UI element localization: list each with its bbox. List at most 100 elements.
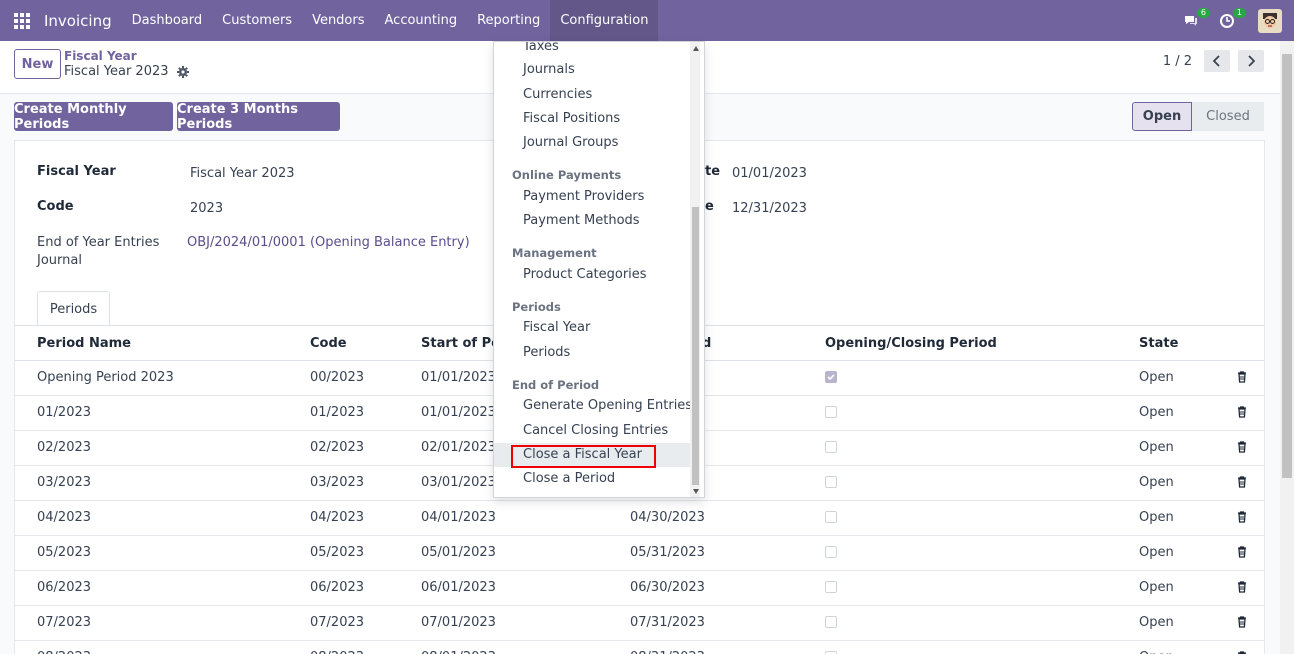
dd-journals[interactable]: Journals (523, 62, 575, 77)
apps-menu-button[interactable] (0, 0, 44, 41)
opening-closing-checkbox (825, 581, 837, 593)
start-date-value[interactable]: 01/01/2023 (732, 166, 807, 181)
menu-reporting[interactable]: Reporting (467, 0, 550, 41)
opening-closing-checkbox (825, 511, 837, 523)
dropdown-scroll-thumb[interactable] (692, 207, 699, 485)
breadcrumb: Fiscal Year Fiscal Year 2023 (64, 49, 189, 79)
fiscal-year-label: Fiscal Year (37, 164, 116, 179)
avatar-face-icon (1263, 12, 1277, 28)
dd-periods[interactable]: Periods (523, 345, 570, 360)
cell-state: Open (1139, 475, 1174, 490)
status-open[interactable]: Open (1132, 102, 1192, 131)
table-row[interactable]: 04/2023 04/2023 04/01/2023 04/30/2023 Open (15, 501, 1264, 536)
dd-payment-providers[interactable]: Payment Providers (523, 189, 644, 204)
cell-code: 02/2023 (310, 440, 365, 455)
app-brand[interactable]: Invoicing (44, 12, 112, 30)
col-period-name[interactable]: Period Name (37, 336, 131, 351)
chat-icon (1185, 15, 1197, 26)
cell-period-name: 06/2023 (37, 580, 92, 595)
scroll-up-icon[interactable] (693, 46, 699, 51)
cell-start: 06/01/2023 (421, 580, 496, 595)
messages-button[interactable]: 6 (1180, 7, 1210, 32)
cell-period-name: 03/2023 (37, 475, 92, 490)
page-scroll-thumb[interactable] (1282, 54, 1292, 478)
dd-cancel-closing-entries[interactable]: Cancel Closing Entries (523, 423, 668, 438)
opening-closing-checkbox (825, 441, 837, 453)
end-date-value[interactable]: 12/31/2023 (732, 201, 807, 216)
trash-icon[interactable] (1237, 581, 1247, 597)
dd-fiscal-year[interactable]: Fiscal Year (523, 320, 590, 335)
trash-icon[interactable] (1237, 406, 1247, 422)
scroll-down-icon[interactable] (693, 489, 699, 494)
table-row[interactable]: 06/2023 06/2023 06/01/2023 06/30/2023 Open (15, 571, 1264, 606)
cell-period-name: 02/2023 (37, 440, 92, 455)
cell-code: 08/2023 (310, 650, 364, 654)
table-row[interactable]: 07/2023 07/2023 07/01/2023 07/31/2023 Open (15, 606, 1264, 641)
user-avatar[interactable] (1258, 8, 1282, 33)
entries-journal-label-line2: Journal (37, 253, 82, 268)
menu-accounting[interactable]: Accounting (375, 0, 468, 41)
new-button[interactable]: New (14, 49, 61, 79)
opening-closing-checkbox (825, 546, 837, 558)
pager-next-button[interactable] (1238, 50, 1264, 72)
opening-closing-checkbox (825, 476, 837, 488)
activities-button[interactable]: 1 (1216, 7, 1246, 32)
top-navbar: Invoicing Dashboard Customers Vendors Ac… (0, 0, 1294, 41)
menu-configuration[interactable]: Configuration (550, 0, 659, 41)
trash-icon[interactable] (1237, 511, 1247, 527)
cell-state: Open (1139, 545, 1174, 560)
col-code[interactable]: Code (310, 336, 347, 351)
pager-value[interactable]: 1 / 2 (1163, 54, 1192, 69)
trash-icon[interactable] (1237, 371, 1247, 387)
dd-close-period[interactable]: Close a Period (523, 471, 615, 486)
trash-icon[interactable] (1237, 546, 1247, 562)
cell-code: 04/2023 (310, 510, 365, 525)
dd-generate-opening-entries[interactable]: Generate Opening Entries (523, 398, 692, 413)
code-value[interactable]: 2023 (190, 201, 223, 216)
col-state[interactable]: State (1139, 336, 1178, 351)
trash-icon[interactable] (1237, 476, 1247, 492)
cell-start: 01/01/2023 (421, 405, 496, 420)
dd-taxes[interactable]: Taxes (523, 42, 559, 54)
trash-icon[interactable] (1237, 616, 1247, 632)
create-3-months-periods-button[interactable]: Create 3 Months Periods (177, 102, 340, 132)
fiscal-year-value[interactable]: Fiscal Year 2023 (190, 166, 295, 181)
trash-icon[interactable] (1237, 441, 1247, 457)
code-label: Code (37, 199, 74, 214)
grid-icon (14, 12, 30, 29)
dd-currencies[interactable]: Currencies (523, 87, 592, 102)
breadcrumb-current-wrap: Fiscal Year 2023 (64, 64, 189, 79)
dd-product-categories[interactable]: Product Categories (523, 267, 647, 282)
dd-section-management: Management (512, 246, 597, 260)
cell-state: Open (1139, 580, 1174, 595)
activities-badge: 1 (1232, 7, 1246, 18)
tab-periods[interactable]: Periods (37, 291, 110, 326)
entries-journal-link[interactable]: OBJ/2024/01/0001 (Opening Balance Entry) (187, 235, 470, 250)
cell-period-name: 04/2023 (37, 510, 92, 525)
cell-end: 04/30/2023 (630, 510, 705, 525)
menu-customers[interactable]: Customers (212, 0, 302, 41)
dd-payment-methods[interactable]: Payment Methods (523, 213, 640, 228)
opening-closing-checkbox (825, 406, 837, 418)
pager-previous-button[interactable] (1204, 50, 1230, 72)
cell-state: Open (1139, 615, 1174, 630)
cell-start: 03/01/2023 (421, 475, 496, 490)
breadcrumb-parent[interactable]: Fiscal Year (64, 49, 189, 63)
status-closed[interactable]: Closed (1192, 102, 1264, 131)
col-opening-closing[interactable]: Opening/Closing Period (825, 336, 997, 351)
notebook-tabs: Periods (37, 291, 110, 326)
dd-fiscal-positions[interactable]: Fiscal Positions (523, 111, 620, 126)
menu-dashboard[interactable]: Dashboard (122, 0, 213, 41)
cell-period-name: 01/2023 (37, 405, 92, 420)
cell-start: 05/01/2023 (421, 545, 496, 560)
table-row[interactable]: 08/2023 08/2023 08/01/2023 08/31/2023 Open (15, 641, 1264, 654)
gear-icon[interactable] (176, 65, 189, 78)
table-row[interactable]: 05/2023 05/2023 05/01/2023 05/31/2023 Open (15, 536, 1264, 571)
dd-journal-groups[interactable]: Journal Groups (523, 135, 618, 150)
chevron-right-icon (1248, 55, 1255, 67)
cell-end: 08/31/2023 (630, 650, 705, 654)
create-monthly-periods-button[interactable]: Create Monthly Periods (14, 102, 173, 132)
status-bar: Open Closed (1132, 102, 1264, 131)
dd-section-periods: Periods (512, 300, 561, 314)
menu-vendors[interactable]: Vendors (302, 0, 374, 41)
